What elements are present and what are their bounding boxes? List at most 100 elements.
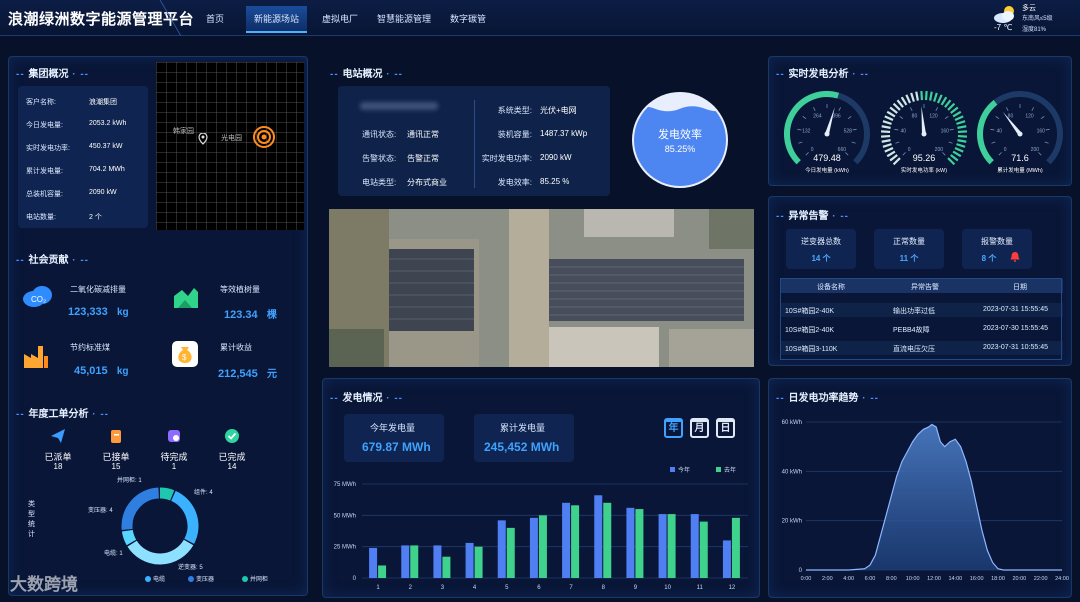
gauge-minor-tick — [895, 141, 900, 144]
alarm-col-date: 日期 — [1013, 284, 1027, 291]
gauge-minor-tick — [1031, 107, 1034, 112]
gauge-minor-tick — [991, 141, 996, 144]
station-name-blurred — [360, 102, 438, 110]
gauge-tick-label: 160 — [1037, 129, 1046, 135]
station-right-label: 系统类型: — [497, 106, 532, 115]
clock-dot — [173, 435, 179, 441]
donut-label-grid-cabinet: 并网柜: 1 — [117, 478, 142, 484]
map-target-icon[interactable] — [253, 126, 275, 148]
bar-last-year — [410, 545, 419, 578]
donut-segment[interactable] — [121, 529, 137, 546]
co2-icon-text: CO₂ — [31, 295, 46, 304]
legend-transformer[interactable]: 变压器 — [196, 574, 214, 583]
nav-tab-home[interactable]: 首页 — [200, 10, 230, 27]
check-shape — [225, 429, 239, 443]
alarm-table-row[interactable]: 10S#箱园2-40K PEBB4故障 2023-07-30 15:55:45 — [781, 322, 1063, 336]
gauge-minor-tick — [847, 116, 852, 120]
group-row-value: 2053.2 kWh — [89, 120, 127, 127]
alarm-bell-icon — [1010, 252, 1020, 262]
station-left-label: 通讯状态: — [362, 130, 397, 139]
weather-temperature: -7 ℃ — [994, 23, 1013, 32]
gauge-minor-tick — [948, 141, 953, 144]
gauge-tick-segment — [952, 110, 962, 118]
donut-segment[interactable] — [121, 487, 160, 531]
gauge-tick-segment — [952, 150, 962, 158]
station-map[interactable] — [156, 62, 304, 230]
bar-ytick-label: 25 MWh — [334, 545, 356, 551]
area-ytick-label: 40 kWh — [782, 469, 802, 475]
group-row-value: 450.37 kW — [89, 143, 123, 150]
gauge-minor-tick — [995, 116, 1000, 120]
donut-segment[interactable] — [159, 487, 175, 501]
factory-icon — [24, 346, 48, 368]
clipboard-shape — [111, 430, 121, 443]
station-left-value: 通讯正常 — [407, 130, 439, 139]
gauge-value: 479.48 — [813, 153, 841, 163]
bar-legend-label[interactable]: 今年 — [678, 466, 690, 474]
bar-this-year — [433, 545, 442, 578]
period-day-button[interactable]: 日 — [716, 418, 735, 438]
group-row-label: 电站数量: — [26, 214, 56, 221]
nav-tab-new-energy-station[interactable]: 新能源场站 — [246, 6, 308, 33]
gauge-hub — [1017, 131, 1023, 137]
area-xtick-label: 0:00 — [801, 576, 812, 582]
gauge-tick-label: 0 — [811, 147, 814, 153]
gauge-tick-segment — [889, 154, 898, 162]
workorder-stat-value: 1 — [171, 462, 177, 471]
gauge-tick-segment — [933, 92, 938, 102]
nav-tab-digital-carbon[interactable]: 数字碳管 — [444, 10, 492, 27]
station-right-label: 实时发电功率: — [481, 154, 532, 163]
gauge-tick-segment — [881, 134, 891, 138]
bar-legend-swatch[interactable] — [716, 467, 721, 472]
alarm-table-row[interactable]: 10S#箱园2-40K 输出功率过低 2023-07-31 15:55:45 — [781, 303, 1063, 317]
legend-grid-cabinet[interactable]: 并网柜 — [250, 574, 268, 583]
gauge-tick-label: 528 — [844, 129, 853, 135]
gauge-tick-segment — [889, 106, 898, 114]
gauge-minor-tick — [1006, 107, 1009, 112]
legend-dot-grid-cabinet — [242, 576, 248, 582]
group-row-value: 浪潮集团 — [89, 99, 117, 106]
gauge-tick-label: 396 — [832, 113, 841, 119]
legend-cable[interactable]: 电缆 — [153, 574, 165, 583]
donut-segment[interactable] — [170, 490, 199, 544]
area-xtick-label: 24:00 — [1055, 576, 1069, 582]
donut-segment[interactable] — [127, 539, 194, 565]
gauge-minor-tick — [949, 128, 954, 131]
nav-tab-smart-energy[interactable]: 智慧能源管理 — [371, 10, 437, 27]
area-ytick-label: 20 kWh — [782, 519, 802, 525]
workorder-stat-value: 18 — [53, 462, 63, 471]
legend-dot-transformer — [188, 576, 194, 582]
weather-humidity: 湿度81% — [1022, 27, 1047, 33]
weather-condition: 多云 — [1022, 5, 1036, 12]
gauge-minor-tick — [1044, 141, 1049, 144]
daily-trend-title: -- 日发电功率趋势 · -- — [776, 393, 879, 404]
bar-this-year — [562, 502, 571, 578]
bar-legend-swatch[interactable] — [670, 467, 675, 472]
gauge-minor-tick — [935, 107, 938, 112]
tree-equivalent-label: 等效植树量 — [220, 285, 260, 294]
period-year-button[interactable]: 年 — [664, 418, 683, 438]
area-xtick-label: 16:00 — [970, 576, 984, 582]
gauge-tick-segment — [944, 99, 952, 108]
gauge-tick-segment — [915, 91, 919, 101]
area-xtick-label: 22:00 — [1034, 576, 1048, 582]
gauge-tick-segment — [954, 115, 964, 122]
bar-last-year — [635, 509, 644, 578]
gauge-tick-segment — [882, 120, 892, 125]
alarm-table-row[interactable]: 10S#箱园3-110K 直流电压欠压 2023-07-31 10:55:45 — [781, 341, 1063, 355]
gauge-tick-segment — [882, 143, 892, 148]
type-stats-label: 类型统计 — [28, 501, 35, 538]
legend-dot-cable — [145, 576, 151, 582]
station-left-label: 电站类型: — [362, 178, 397, 187]
nav-tab-virtual-power-plant[interactable]: 虚拟电厂 — [316, 10, 364, 27]
gauge-tick-label: 200 — [1031, 147, 1040, 153]
total-production-label: 累计发电量 — [500, 423, 546, 433]
period-month-button[interactable]: 月 — [690, 418, 709, 438]
group-row-label: 累计发电量: — [26, 168, 63, 175]
bar-legend-label[interactable]: 去年 — [724, 466, 736, 474]
alarm-cell-alarm: 输出功率过低 — [893, 308, 935, 315]
map-pin-icon[interactable] — [198, 133, 208, 145]
alarm-stat-value: 11 个 — [899, 254, 919, 263]
gauge-tick-label: 0 — [908, 147, 911, 153]
gauge-tick-segment — [947, 157, 956, 166]
